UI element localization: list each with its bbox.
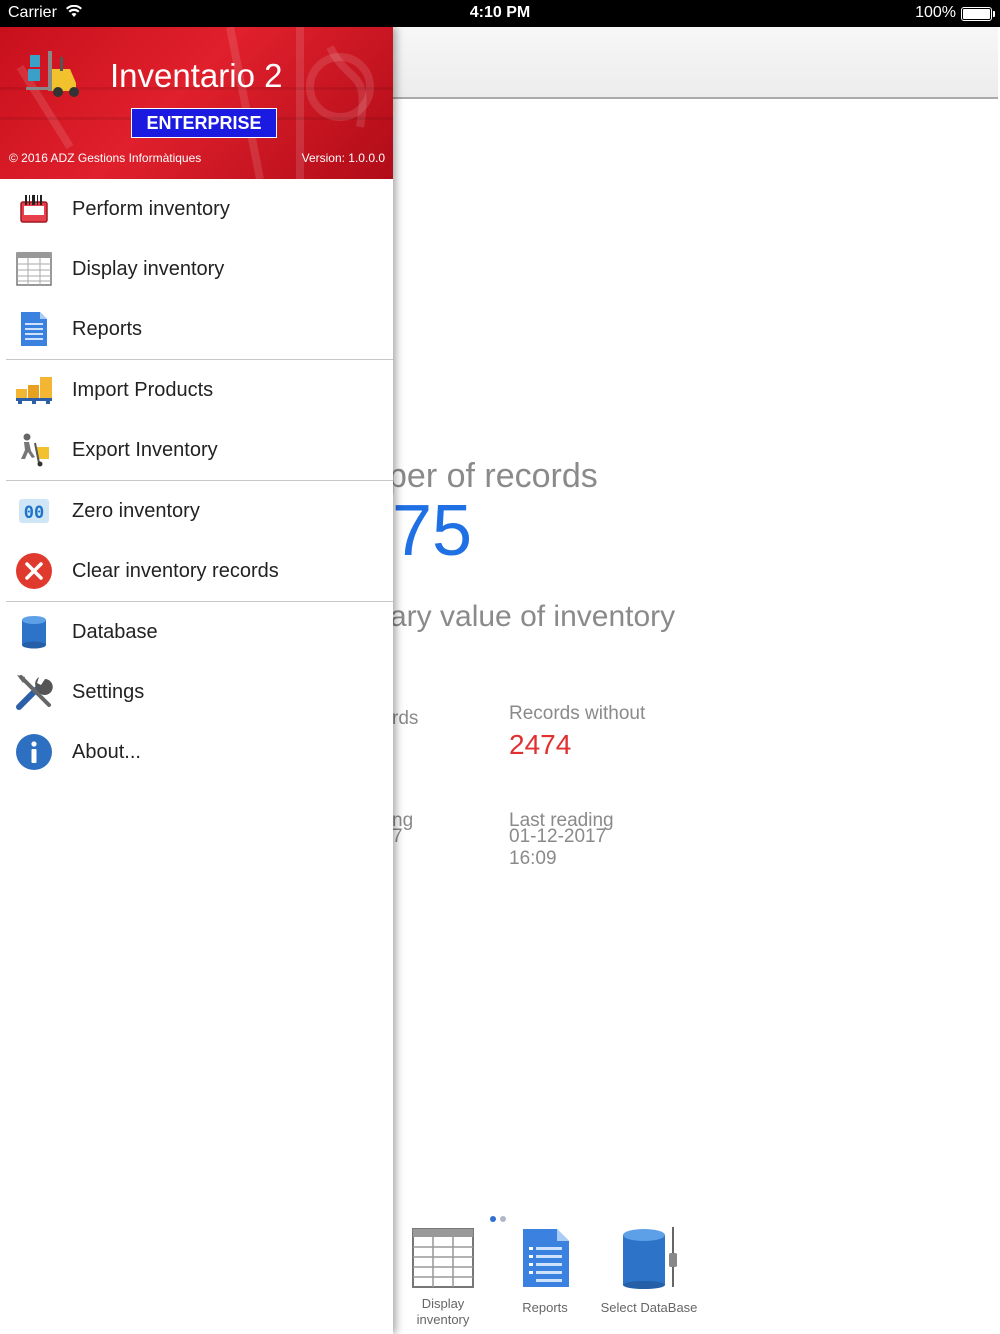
menu-item-label: Zero inventory [72,499,200,522]
menu-item-label: Import Products [72,378,214,401]
copyright-text: © 2016 ADZ Gestions Informàtiques [9,151,202,165]
forklift-logo-icon [26,51,79,97]
records-with-label: rds [392,708,419,729]
database-icon [14,612,54,652]
menu-item-label: Clear inventory records [72,559,279,582]
last-reading-time: 16:09 [509,848,557,869]
barcode-scanner-icon [14,189,54,229]
battery-icon [961,7,995,21]
info-icon [14,732,54,772]
records-without-label: Records without [509,703,646,724]
database-icon [623,1227,677,1289]
menu-item-clear-inventory-records[interactable]: Clear inventory records [0,541,393,601]
menu-item-label: Settings [72,680,145,703]
report-document-icon [523,1229,569,1287]
menu-item-label: Export Inventory [72,438,218,461]
toolbar-reports-label: Reports [522,1300,568,1315]
menu-item-settings[interactable]: Settings [0,662,393,722]
menu-item-label: Reports [72,317,143,340]
table-grid-icon [14,249,54,289]
menu-item-export-inventory[interactable]: Export Inventory [0,420,393,480]
close-circle-icon [14,551,54,591]
menu-item-database[interactable]: Database [0,602,393,662]
inventory-value-label: ary value of inventory [390,600,676,633]
first-reading-date: 7 [392,826,403,847]
toolbar-display-inventory-label: Display inventory [416,1296,470,1327]
zero-counter-icon: 00 [14,491,54,531]
menu-item-zero-inventory[interactable]: 00 Zero inventory [0,481,393,541]
toolbar-reports-button[interactable]: Reports [512,1225,578,1315]
records-without-value: 2474 [509,729,572,760]
side-drawer[interactable]: Inventario 2 ENTERPRISE © 2016 ADZ Gesti… [0,27,393,1334]
hand-truck-icon [14,430,54,470]
status-bar: Carrier 4:10 PM 100% [0,0,1000,27]
app-title: Inventario 2 [110,57,283,94]
menu-item-label: Display inventory [72,257,225,280]
toolbar-select-database-label: Select DataBase [600,1300,698,1315]
battery-percent: 100% [915,4,956,21]
edition-badge: ENTERPRISE [131,108,277,138]
page-indicator[interactable] [490,1209,510,1227]
menu-item-about[interactable]: About... [0,722,393,782]
menu-item-perform-inventory[interactable]: Perform inventory [0,179,393,239]
drawer-menu: Perform inventory Display inventory Repo… [0,179,393,782]
last-reading-date: 01-12-2017 [509,826,607,847]
menu-item-label: About... [72,740,141,763]
menu-item-import-products[interactable]: Import Products [0,360,393,420]
table-grid-icon [412,1228,474,1288]
toolbar-select-database-button[interactable]: Select DataBase [598,1225,700,1315]
clock: 4:10 PM [469,4,531,21]
drawer-header: Inventario 2 ENTERPRISE © 2016 ADZ Gesti… [0,27,393,179]
records-count-value: 75 [392,491,473,571]
menu-item-display-inventory[interactable]: Display inventory [0,239,393,299]
menu-item-label: Database [72,620,158,643]
version-text: Version: 1.0.0.0 [301,151,385,165]
pallet-boxes-icon [14,370,54,410]
svg-text:00: 00 [24,503,44,523]
toolbar-display-inventory-button[interactable]: Display inventory [408,1225,478,1328]
report-document-icon [14,309,54,349]
menu-item-reports[interactable]: Reports [0,299,393,359]
menu-item-label: Perform inventory [72,197,230,220]
tools-icon [14,672,54,712]
